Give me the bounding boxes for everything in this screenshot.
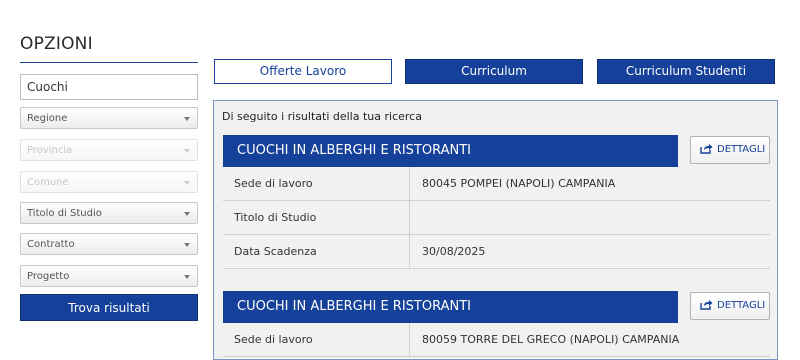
comune-select: Comune — [20, 171, 198, 193]
contratto-select-label: Contratto — [27, 239, 75, 250]
job-row-scadenza: Data Scadenza 30/08/2025 — [223, 235, 770, 269]
row-value: 80045 POMPEI (NAPOLI) CAMPANIA — [422, 177, 616, 190]
contratto-select[interactable]: Contratto — [20, 233, 198, 255]
job-header: CUOCHI IN ALBERGHI E RISTORANTI DETTAGLI — [223, 135, 770, 167]
row-label: Data Scadenza — [234, 245, 317, 258]
chevron-down-icon — [184, 181, 190, 185]
details-button[interactable]: DETTAGLI — [690, 292, 770, 320]
job-title[interactable]: CUOCHI IN ALBERGHI E RISTORANTI — [223, 291, 678, 323]
search-submit-button[interactable]: Trova risultati — [20, 294, 198, 321]
column-divider — [409, 323, 410, 356]
details-button-label: DETTAGLI — [717, 144, 766, 155]
provincia-select: Provincia — [20, 139, 198, 161]
details-button-label: DETTAGLI — [717, 300, 766, 311]
job-card: CUOCHI IN ALBERGHI E RISTORANTI DETTAGLI… — [223, 135, 770, 269]
options-title: OPZIONI — [20, 34, 93, 54]
chevron-down-icon — [184, 275, 190, 279]
titolo-studio-select-label: Titolo di Studio — [27, 208, 102, 219]
job-card: CUOCHI IN ALBERGHI E RISTORANTI DETTAGLI… — [223, 291, 770, 357]
row-label: Titolo di Studio — [234, 211, 317, 224]
results-intro: Di seguito i risultati della tua ricerca — [222, 110, 422, 123]
column-divider — [409, 201, 410, 234]
share-icon — [700, 144, 713, 154]
job-row-sede: Sede di lavoro 80045 POMPEI (NAPOLI) CAM… — [223, 167, 770, 201]
row-label: Sede di lavoro — [234, 177, 313, 190]
tab-curriculum[interactable]: Curriculum — [405, 59, 583, 84]
column-divider — [409, 167, 410, 200]
search-input[interactable] — [20, 74, 198, 100]
tab-curriculum-studenti[interactable]: Curriculum Studenti — [597, 59, 775, 84]
provincia-select-label: Provincia — [27, 145, 73, 156]
titolo-studio-select[interactable]: Titolo di Studio — [20, 202, 198, 224]
details-button[interactable]: DETTAGLI — [690, 136, 770, 164]
chevron-down-icon — [184, 212, 190, 216]
job-header: CUOCHI IN ALBERGHI E RISTORANTI DETTAGLI — [223, 291, 770, 323]
progetto-select-label: Progetto — [27, 271, 70, 282]
chevron-down-icon — [184, 117, 190, 121]
row-value: 30/08/2025 — [422, 245, 486, 258]
row-label: Sede di lavoro — [234, 333, 313, 346]
regione-select-label: Regione — [27, 113, 68, 124]
regione-select[interactable]: Regione — [20, 107, 198, 129]
job-row-titolo: Titolo di Studio — [223, 201, 770, 235]
title-divider — [20, 62, 198, 63]
chevron-down-icon — [184, 243, 190, 247]
results-panel: Di seguito i risultati della tua ricerca… — [213, 100, 778, 360]
chevron-down-icon — [184, 149, 190, 153]
share-icon — [700, 300, 713, 310]
row-value: 80059 TORRE DEL GRECO (NAPOLI) CAMPANIA — [422, 333, 680, 346]
job-title[interactable]: CUOCHI IN ALBERGHI E RISTORANTI — [223, 135, 678, 167]
column-divider — [409, 235, 410, 268]
comune-select-label: Comune — [27, 177, 69, 188]
progetto-select[interactable]: Progetto — [20, 265, 198, 287]
tab-offerte-lavoro[interactable]: Offerte Lavoro — [214, 59, 392, 84]
